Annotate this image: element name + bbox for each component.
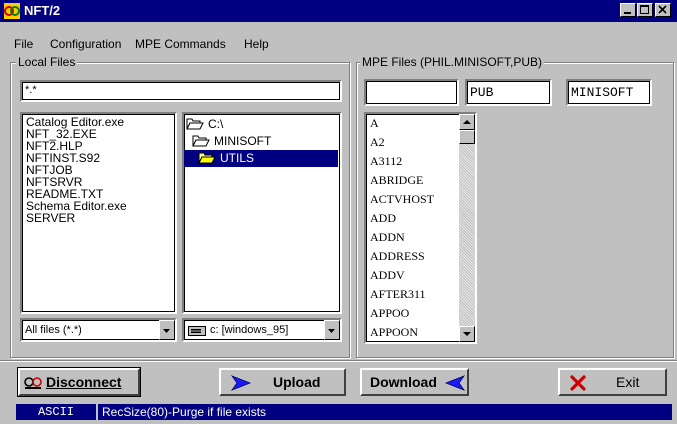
window-title: NFT/2 — [24, 3, 61, 18]
maximize-icon — [640, 5, 649, 14]
mpe-files-label: MPE Files (PHIL.MINISOFT,PUB) — [360, 55, 545, 69]
chevron-down-icon — [163, 329, 170, 333]
file-type-select[interactable]: All files (*.*) — [20, 318, 177, 342]
close-button[interactable] — [655, 3, 671, 17]
upload-button[interactable]: Upload — [219, 368, 346, 396]
file-type-value: All files (*.*) — [25, 324, 82, 336]
exit-label: Exit — [616, 374, 640, 390]
mpe-file-item[interactable]: ADDN — [370, 230, 405, 245]
left-arrow-icon — [445, 375, 465, 391]
menu-mpe-commands[interactable]: MPE Commands — [135, 37, 226, 51]
status-message: RecSize(80)-Purge if file exists — [98, 404, 672, 420]
exit-button[interactable]: Exit — [558, 368, 667, 396]
minimize-button[interactable] — [620, 3, 636, 17]
mpe-group-value: PUB — [470, 85, 494, 100]
menu-configuration[interactable]: Configuration — [50, 37, 121, 51]
scroll-thumb[interactable] — [459, 130, 475, 144]
local-file-item[interactable]: SERVER — [26, 212, 75, 225]
app-icon[interactable] — [4, 3, 20, 19]
menu-file[interactable]: File — [14, 37, 33, 51]
chevron-down-icon — [328, 329, 335, 333]
disconnect-label: Disconnect — [46, 374, 122, 390]
mpe-file-item[interactable]: ADDV — [370, 268, 405, 283]
right-arrow-icon — [231, 375, 251, 391]
mpe-file-item[interactable]: A2 — [370, 135, 385, 150]
disconnect-icon — [24, 377, 42, 389]
mpe-file-item[interactable]: A — [370, 116, 379, 131]
file-filter-input[interactable]: *.* — [20, 80, 342, 102]
folder-label: C:\ — [208, 117, 224, 131]
mpe-file-input[interactable] — [364, 79, 459, 106]
mpe-file-item[interactable]: AFTER311 — [370, 287, 426, 302]
transfer-mode-indicator[interactable]: ASCII — [16, 404, 96, 420]
scroll-down-button[interactable] — [459, 326, 475, 342]
mpe-account-input[interactable]: MINISOFT — [566, 79, 652, 106]
drive-icon — [188, 326, 206, 336]
local-file-list[interactable]: Catalog Editor.exe NFT_32.EXE NFT2.HLP NFTI… — [20, 112, 177, 314]
drive-value: c: [windows_95] — [210, 324, 289, 336]
close-icon — [658, 5, 667, 14]
folder-item[interactable]: UTILS — [184, 150, 338, 167]
chevron-down-icon — [463, 332, 471, 336]
drive-select[interactable]: c: [windows_95] — [182, 318, 342, 342]
title-bar[interactable] — [0, 0, 677, 22]
menu-help[interactable]: Help — [244, 37, 269, 51]
local-files-label: Local Files — [16, 55, 78, 69]
maximize-button[interactable] — [637, 3, 653, 17]
red-x-icon — [570, 375, 586, 391]
mpe-file-list[interactable]: APPOON APPOO AFTER311 ADDV ADDRESS ADDN ADD ACT… — [364, 112, 477, 344]
mpe-file-item[interactable]: ACTVHOST — [370, 192, 434, 207]
file-type-dropdown-button[interactable] — [159, 320, 175, 340]
mpe-file-item[interactable]: A3112 — [370, 154, 402, 169]
mpe-file-item[interactable]: APPOO — [370, 306, 409, 321]
mpe-file-item[interactable]: ADD — [370, 211, 396, 226]
scroll-up-button[interactable] — [459, 114, 475, 130]
open-folder-icon — [198, 152, 216, 164]
download-button[interactable]: Download — [360, 368, 469, 396]
mpe-list-scrollbar[interactable] — [459, 114, 475, 342]
chevron-up-icon — [463, 120, 471, 124]
folder-label: MINISOFT — [214, 134, 272, 148]
drive-dropdown-button[interactable] — [324, 320, 340, 340]
mpe-file-item[interactable]: APPOON — [370, 325, 418, 340]
open-folder-icon — [192, 135, 210, 147]
download-label: Download — [370, 374, 437, 390]
file-filter-value: *.* — [25, 84, 37, 96]
mpe-file-item[interactable]: ABRIDGE — [370, 173, 423, 188]
mpe-group-input[interactable]: PUB — [465, 79, 552, 106]
disconnect-button[interactable]: Disconnect — [17, 367, 141, 397]
mpe-account-value: MINISOFT — [571, 85, 634, 100]
folder-item[interactable]: MINISOFT — [192, 133, 338, 150]
mpe-file-item[interactable]: ADDRESS — [370, 249, 425, 264]
upload-label: Upload — [273, 374, 321, 390]
folder-list[interactable]: C:\ MINISOFT UTILS — [182, 112, 342, 314]
minimize-icon — [624, 12, 631, 14]
folder-item[interactable]: C:\ — [186, 116, 338, 133]
folder-label: UTILS — [220, 151, 255, 165]
separator-highlight — [0, 361, 677, 362]
open-folder-icon — [186, 118, 204, 130]
